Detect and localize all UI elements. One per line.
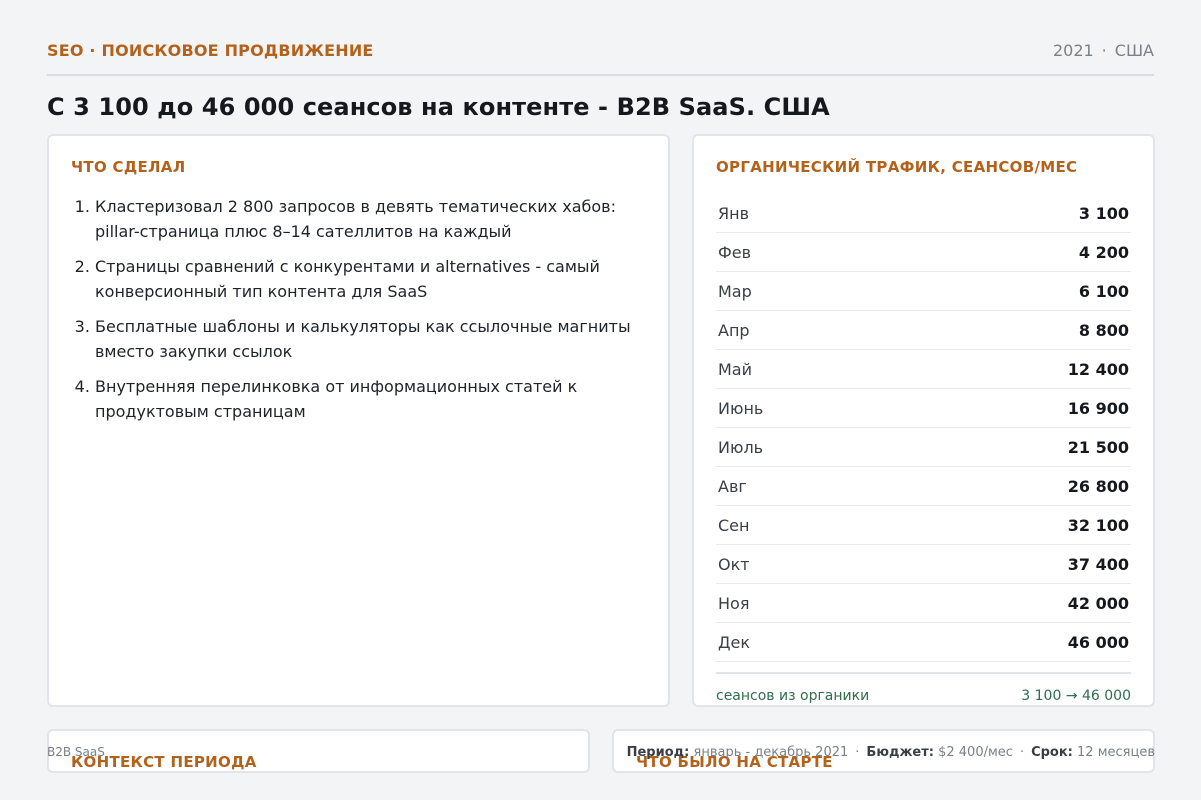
sessions-value: 8 800	[1078, 320, 1129, 340]
month-label: Сен	[718, 515, 750, 535]
footer-dot: ·	[855, 745, 860, 760]
page-title: С 3 100 до 46 000 сеансов на контенте - …	[47, 93, 830, 121]
table-row: Фев 4 200	[716, 233, 1131, 272]
month-label: Мар	[718, 281, 752, 301]
header-country: США	[1114, 41, 1154, 60]
traffic-heading: ОРГАНИЧЕСКИЙ ТРАФИК, СЕАНСОВ/МЕС	[716, 158, 1078, 176]
header-meta: 2021 · США	[1053, 41, 1154, 60]
sessions-value: 4 200	[1078, 242, 1129, 262]
list-item: Внутренняя перелинковка от информационны…	[95, 374, 644, 424]
footer-dot: ·	[1019, 745, 1025, 760]
month-label: Июнь	[718, 398, 764, 418]
footer-client: B2B SaaS	[47, 745, 105, 759]
what-done-heading: ЧТО СДЕЛАЛ	[71, 158, 186, 176]
sessions-value: 6 100	[1078, 281, 1129, 301]
term-value: 12 месяцев	[1077, 745, 1155, 760]
sessions-value: 26 800	[1067, 476, 1129, 496]
budget-label: Бюджет:	[866, 745, 934, 760]
table-row: Ноя 42 000	[716, 584, 1131, 623]
period-context-card: КОНТЕКСТ ПЕРИОДА	[47, 729, 590, 773]
month-label: Янв	[718, 203, 750, 223]
month-label: Дек	[718, 632, 751, 652]
traffic-card: ОРГАНИЧЕСКИЙ ТРАФИК, СЕАНСОВ/МЕС Янв 3 10…	[692, 134, 1155, 707]
list-item: Кластеризовал 2 800 запросов в девять те…	[95, 194, 644, 244]
sessions-value: 32 100	[1067, 515, 1129, 535]
list-item: Страницы сравнений с конкурентами и alte…	[95, 254, 644, 304]
table-row: Сен 32 100	[716, 506, 1131, 545]
page-header: SEO · ПОИСКОВОЕ ПРОДВИЖЕНИЕ 2021 · США	[47, 36, 1154, 76]
table-row: Июль 21 500	[716, 428, 1131, 467]
term-label: Срок:	[1031, 745, 1073, 760]
month-label: Июль	[718, 437, 764, 457]
sessions-value: 42 000	[1067, 593, 1129, 613]
month-label: Ноя	[718, 593, 750, 613]
what-done-card: ЧТО СДЕЛАЛ Кластеризовал 2 800 запросов …	[47, 134, 670, 707]
steps-list: Кластеризовал 2 800 запросов в девять те…	[71, 194, 644, 434]
month-label: Фев	[718, 242, 752, 262]
sessions-value: 16 900	[1067, 398, 1129, 418]
table-row: Мар 6 100	[716, 272, 1131, 311]
table-row: Янв 3 100	[716, 194, 1131, 233]
header-separator: ·	[1101, 41, 1107, 60]
table-row: Июнь 16 900	[716, 389, 1131, 428]
sessions-value: 46 000	[1067, 632, 1129, 652]
traffic-table: Янв 3 100 Фев 4 200 Мар 6 100 Апр 8 800 Май 1…	[716, 194, 1131, 662]
month-label: Окт	[718, 554, 750, 574]
period-value: январь - декабрь 2021	[693, 745, 849, 760]
list-item: Бесплатные шаблоны и калькуляторы как сс…	[95, 314, 644, 364]
header-year: 2021	[1052, 41, 1094, 60]
table-row: Май 12 400	[716, 350, 1131, 389]
footer-meta: Период: январь - декабрь 2021 · Бюджет: $2…	[627, 745, 1155, 760]
month-label: Май	[718, 359, 753, 379]
month-label: Апр	[718, 320, 750, 340]
period-label: Период:	[626, 745, 690, 760]
summary-value: 3 100 → 46 000	[1021, 688, 1131, 704]
section-eyebrow: SEO · ПОИСКОВОЕ ПРОДВИЖЕНИЕ	[47, 41, 374, 60]
sessions-value: 37 400	[1067, 554, 1129, 574]
table-row: Дек 46 000	[716, 623, 1131, 662]
table-row: Авг 26 800	[716, 467, 1131, 506]
sessions-value: 21 500	[1067, 437, 1129, 457]
sessions-value: 3 100	[1078, 203, 1129, 223]
table-row: Окт 37 400	[716, 545, 1131, 584]
table-row: Апр 8 800	[716, 311, 1131, 350]
traffic-summary: сеансов из органики 3 100 → 46 000	[716, 672, 1131, 705]
sessions-value: 12 400	[1067, 359, 1129, 379]
month-label: Авг	[718, 476, 747, 496]
summary-label: сеансов из органики	[716, 688, 870, 704]
budget-value: $2 400/мес	[938, 745, 1013, 760]
